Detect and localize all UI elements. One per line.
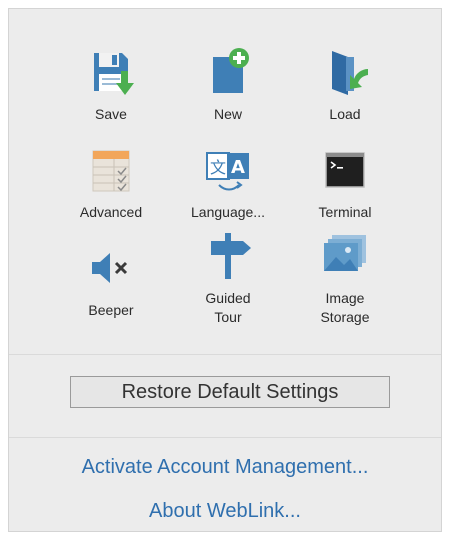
save-label: Save [95,106,127,122]
restore-default-settings-button[interactable]: Restore Default Settings [70,376,390,408]
about-weblink-label: About WebLink... [149,500,301,522]
icon-grid: Save New Load Advanced 文 A Language... T… [9,9,441,355]
load-icon [332,51,368,95]
terminal-icon [325,152,365,188]
new-label: New [213,106,242,122]
restore-area: Restore Default Settings [9,355,441,437]
activate-account-management-link[interactable]: Activate Account Management... [9,445,441,489]
image-storage-label: Image Storage [320,290,370,325]
save-tile[interactable]: Save [59,27,163,125]
advanced-label: Advanced [79,204,143,220]
advanced-icon [92,150,130,192]
image-storage-icon [324,235,366,271]
load-tile[interactable]: Load [293,27,397,125]
beeper-label: Beeper [88,302,134,318]
about-weblink-link[interactable]: About WebLink... [9,489,441,531]
language-tile[interactable]: 文 A Language... [176,125,280,223]
beeper-tile[interactable]: Beeper [59,223,163,321]
svg-text:文: 文 [210,158,226,177]
terminal-tile[interactable]: Terminal [293,125,397,223]
activate-account-management-label: Activate Account Management... [81,456,369,478]
new-icon [213,48,249,93]
guided-tour-tile[interactable]: Guided Tour [176,223,280,325]
guided-tour-icon [211,233,251,279]
load-label: Load [329,106,361,122]
new-tile[interactable]: New [176,27,280,125]
save-icon [94,53,134,95]
guided-tour-label: Guided Tour [205,290,251,325]
divider [9,437,441,438]
terminal-label: Terminal [318,204,372,220]
image-storage-tile[interactable]: Image Storage [293,223,397,325]
svg-text:A: A [231,157,245,178]
advanced-tile[interactable]: Advanced [59,125,163,223]
language-icon: 文 A [206,152,249,191]
settings-menu-panel: Save New Load Advanced 文 A Language... T… [8,8,442,532]
beeper-icon [92,253,128,283]
language-label: Language... [191,204,265,220]
